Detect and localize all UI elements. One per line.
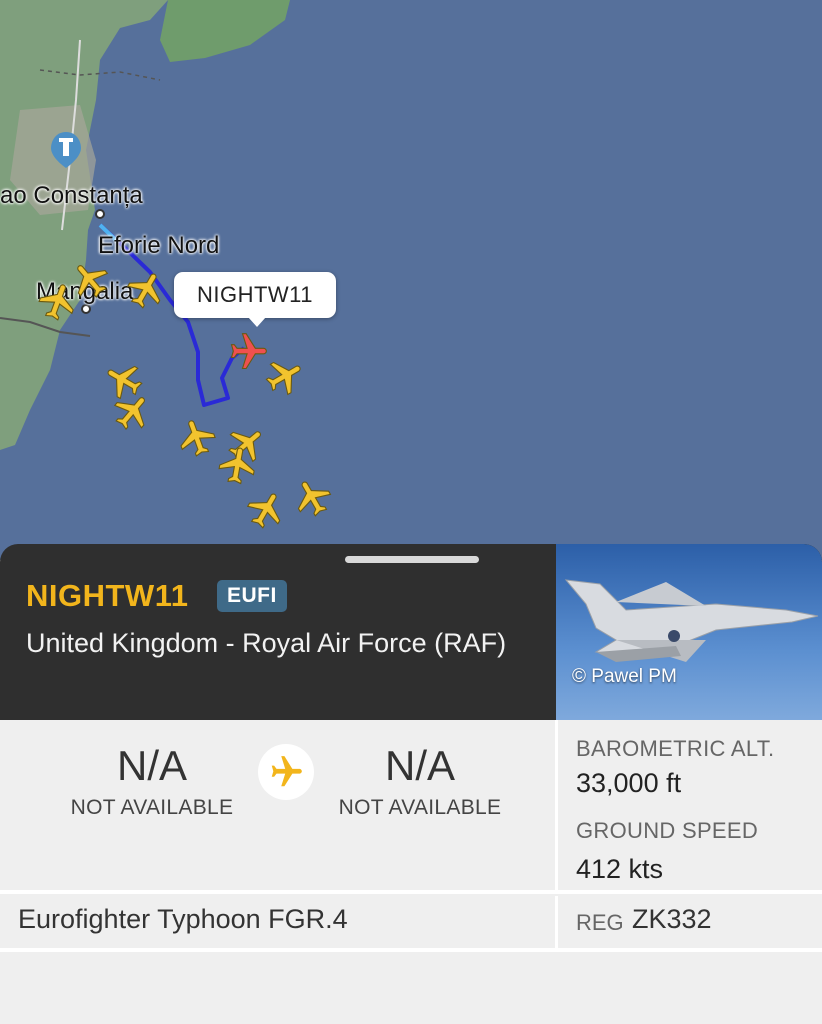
separator (0, 948, 822, 952)
barometric-alt-label: BAROMETRIC ALT. (576, 736, 775, 761)
city-label-constanta: ao Constanța (0, 182, 143, 209)
aircraft-icon[interactable] (292, 478, 336, 522)
selected-flight-callout[interactable]: NIGHTW11 (174, 272, 336, 327)
origin[interactable]: N/A NOT AVAILABLE (52, 740, 252, 820)
selected-aircraft-icon[interactable] (226, 330, 270, 374)
aircraft-photo[interactable]: © Pawel PM (556, 544, 822, 720)
aircraft-icon[interactable] (244, 490, 288, 534)
destination-code: N/A (384, 742, 455, 789)
barometric-alt-value: 33,000 ft (576, 768, 682, 798)
aircraft-model: Eurofighter Typhoon FGR.4 (18, 904, 348, 934)
aircraft-icon[interactable] (110, 392, 154, 436)
operator-name: United Kingdom - Royal Air Force (RAF) (26, 628, 507, 658)
flight-callsign: NIGHTW11 (26, 578, 189, 613)
aircraft-icon[interactable] (124, 270, 168, 314)
aircraft-type-badge: EUFI (217, 580, 287, 612)
aircraft-icon[interactable] (216, 446, 260, 490)
flight-header: NIGHTW11 EUFI United Kingdom - Royal Air… (0, 544, 822, 720)
ground-speed-value: 412 kts (576, 854, 664, 884)
flight-map[interactable]: ao Constanța Eforie Nord Mangalia NIGHTW… (0, 0, 822, 560)
aircraft-row[interactable]: Eurofighter Typhoon FGR.4 REG ZK332 (0, 896, 822, 948)
origin-code: N/A (116, 742, 187, 789)
ground-speed-label: GROUND SPEED (576, 818, 759, 843)
aircraft-photo-image (564, 579, 819, 662)
origin-label: NOT AVAILABLE (70, 796, 234, 819)
reg-label: REG (576, 910, 624, 935)
photo-credit: © Pawel PM (572, 666, 677, 687)
drag-handle[interactable] (345, 556, 479, 563)
separator (0, 890, 822, 894)
plane-icon (258, 744, 314, 800)
aircraft-icon[interactable] (36, 282, 80, 326)
land-lagoon (160, 0, 290, 62)
city-dot-mangalia (81, 304, 91, 314)
city-label-eforie-nord: Eforie Nord (98, 232, 220, 259)
reg-value: ZK332 (632, 904, 712, 934)
divider (555, 896, 558, 948)
aircraft-icon[interactable] (176, 418, 220, 462)
destination-label: NOT AVAILABLE (338, 796, 502, 819)
city-dot-constanta (95, 209, 105, 219)
destination[interactable]: N/A NOT AVAILABLE (320, 740, 520, 820)
divider (555, 720, 558, 892)
flight-info: N/A NOT AVAILABLE N/A NOT AVAILABLE BARO… (0, 720, 822, 892)
flight-details-panel: NIGHTW11 EUFI United Kingdom - Royal Air… (0, 544, 822, 1024)
